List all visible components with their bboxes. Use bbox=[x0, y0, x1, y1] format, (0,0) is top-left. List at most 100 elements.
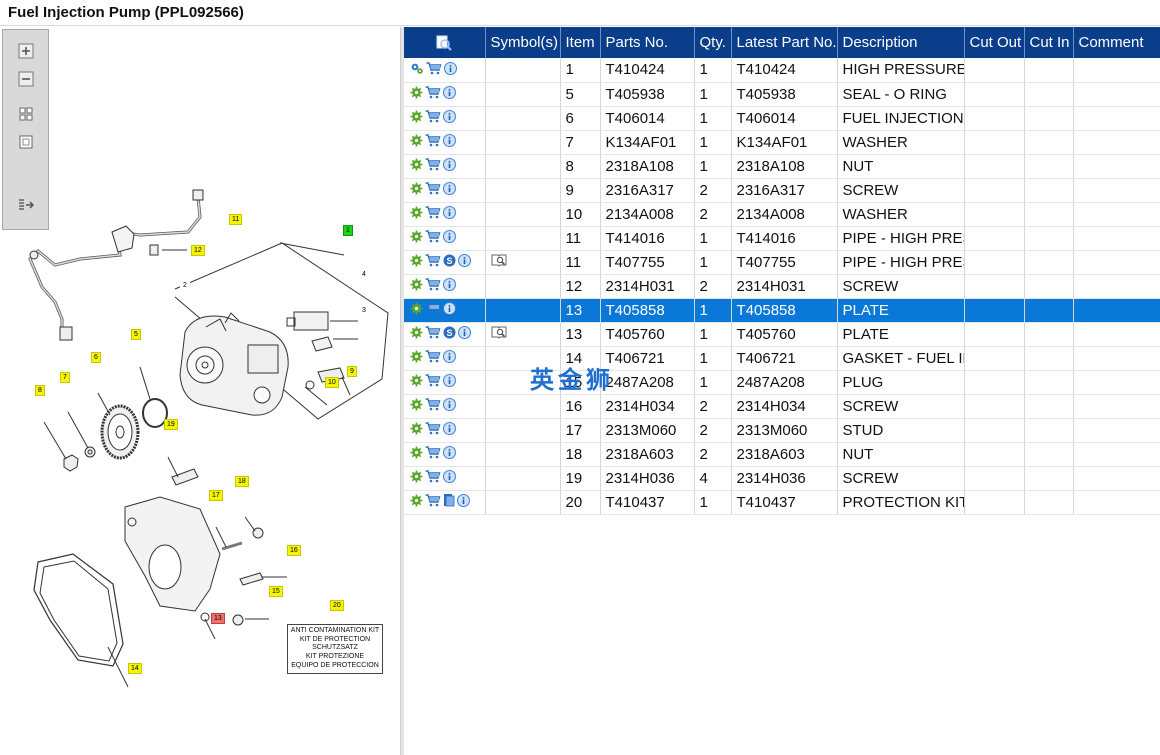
column-header-parts-no[interactable]: Parts No. bbox=[600, 27, 695, 58]
column-header-comment[interactable]: Comment bbox=[1073, 27, 1160, 58]
callout-15[interactable]: 15 bbox=[269, 586, 283, 597]
book-icon[interactable] bbox=[491, 253, 507, 271]
info-icon[interactable] bbox=[443, 133, 456, 151]
gear-icon[interactable] bbox=[410, 398, 423, 415]
info-icon[interactable] bbox=[443, 445, 456, 463]
table-row[interactable]: 9 2316A317 2 2316A317 SCREW bbox=[404, 178, 1160, 203]
gear-icon[interactable] bbox=[410, 86, 423, 103]
table-row[interactable]: 10 2134A008 2 2134A008 WASHER bbox=[404, 202, 1160, 227]
info-icon[interactable] bbox=[443, 109, 456, 127]
callout-14[interactable]: 14 bbox=[128, 663, 142, 674]
cart-icon[interactable] bbox=[425, 182, 441, 199]
table-row[interactable]: 12 2314H031 2 2314H031 SCREW bbox=[404, 274, 1160, 299]
callout-7[interactable]: 7 bbox=[60, 372, 70, 383]
info-icon[interactable] bbox=[443, 85, 456, 103]
info-icon[interactable] bbox=[443, 205, 456, 223]
cart-icon[interactable] bbox=[425, 302, 441, 319]
info-icon[interactable] bbox=[458, 325, 471, 343]
gear-icon[interactable] bbox=[410, 302, 423, 319]
info-icon[interactable] bbox=[443, 181, 456, 199]
callout-13[interactable]: 13 bbox=[211, 613, 225, 624]
info-icon[interactable] bbox=[443, 421, 456, 439]
gear-icon[interactable] bbox=[410, 470, 423, 487]
info-icon[interactable] bbox=[443, 301, 456, 319]
cart-icon[interactable] bbox=[425, 326, 441, 343]
info-icon[interactable] bbox=[443, 373, 456, 391]
cart-icon[interactable] bbox=[425, 134, 441, 151]
cart-icon[interactable] bbox=[425, 230, 441, 247]
column-header-cut-out[interactable]: Cut Out bbox=[964, 27, 1025, 58]
book-icon[interactable] bbox=[491, 325, 507, 343]
column-header-preview[interactable] bbox=[404, 27, 486, 58]
gear-icon[interactable] bbox=[410, 134, 423, 151]
cart-icon[interactable] bbox=[425, 493, 441, 511]
callout-18[interactable]: 18 bbox=[235, 476, 249, 487]
document-icon[interactable] bbox=[443, 493, 455, 511]
cart-icon[interactable] bbox=[425, 254, 441, 271]
info-icon[interactable] bbox=[443, 277, 456, 295]
info-icon[interactable] bbox=[443, 397, 456, 415]
cart-icon[interactable] bbox=[425, 86, 441, 103]
gears-icon[interactable] bbox=[410, 62, 424, 79]
info-icon[interactable] bbox=[443, 229, 456, 247]
cart-icon[interactable] bbox=[425, 278, 441, 295]
table-row[interactable]: 18 2318A603 2 2318A603 NUT bbox=[404, 442, 1160, 467]
cart-icon[interactable] bbox=[425, 158, 441, 175]
gear-icon[interactable] bbox=[410, 158, 423, 175]
cart-icon[interactable] bbox=[425, 374, 441, 391]
callout-5[interactable]: 5 bbox=[131, 329, 141, 340]
gear-icon[interactable] bbox=[410, 350, 423, 367]
callout-8[interactable]: 8 bbox=[35, 385, 45, 396]
gear-icon[interactable] bbox=[410, 446, 423, 463]
callout-12[interactable]: 12 bbox=[191, 245, 205, 256]
gear-icon[interactable] bbox=[410, 110, 423, 127]
table-row[interactable]: 19 2314H036 4 2314H036 SCREW bbox=[404, 466, 1160, 491]
column-header-item[interactable]: Item bbox=[560, 27, 601, 58]
table-row[interactable]: 8 2318A108 1 2318A108 NUT bbox=[404, 154, 1160, 179]
cart-icon[interactable] bbox=[425, 350, 441, 367]
table-row[interactable]: 16 2314H034 2 2314H034 SCREW bbox=[404, 394, 1160, 419]
table-row[interactable]: 13 T405858 1 T405858 PLATE bbox=[404, 298, 1160, 323]
gear-icon[interactable] bbox=[410, 182, 423, 199]
info-icon[interactable] bbox=[443, 157, 456, 175]
column-header-latest-part-no[interactable]: Latest Part No. bbox=[731, 27, 838, 58]
cart-icon[interactable] bbox=[426, 61, 442, 79]
cart-icon[interactable] bbox=[425, 470, 441, 487]
cart-icon[interactable] bbox=[425, 398, 441, 415]
table-row[interactable]: 20 T410437 1 T410437 PROTECTION KIT bbox=[404, 490, 1160, 515]
callout-20[interactable]: 20 bbox=[330, 600, 344, 611]
callout-16[interactable]: 16 bbox=[287, 545, 301, 556]
table-row[interactable]: 5 T405938 1 T405938 SEAL - O RING bbox=[404, 82, 1160, 107]
callout-17[interactable]: 17 bbox=[209, 490, 223, 501]
gear-icon[interactable] bbox=[410, 374, 423, 391]
gear-icon[interactable] bbox=[410, 278, 423, 295]
callout-6[interactable]: 6 bbox=[91, 352, 101, 363]
gear-icon[interactable] bbox=[410, 422, 423, 439]
s-badge-icon[interactable]: S bbox=[443, 326, 456, 343]
info-icon[interactable] bbox=[444, 61, 457, 79]
cart-icon[interactable] bbox=[425, 422, 441, 439]
callout-9[interactable]: 9 bbox=[347, 366, 357, 377]
diagram-pane[interactable]: 1 2 3 4 5 6 7 8 9 10 11 12 13 14 15 16 1… bbox=[0, 27, 400, 755]
s-badge-icon[interactable]: S bbox=[443, 254, 456, 271]
info-icon[interactable] bbox=[457, 493, 470, 511]
cart-icon[interactable] bbox=[425, 446, 441, 463]
table-row[interactable]: 14T4067211T406721GASKET - FUEL INJECTION… bbox=[404, 346, 1160, 371]
column-header-description[interactable]: Description bbox=[837, 27, 965, 58]
callout-11[interactable]: 11 bbox=[229, 214, 243, 225]
callout-1[interactable]: 1 bbox=[343, 225, 353, 236]
table-row[interactable]: 15 2487A208 1 2487A208 PLUG bbox=[404, 370, 1160, 395]
callout-3[interactable]: 3 bbox=[359, 305, 369, 316]
table-row[interactable]: S11T4077551T407755PIPE - HIGH PRESSURE bbox=[404, 250, 1160, 275]
info-icon[interactable] bbox=[443, 349, 456, 367]
table-row[interactable]: 11T4140161T414016PIPE - HIGH PRESSURE bbox=[404, 226, 1160, 251]
callout-2[interactable]: 2 bbox=[180, 280, 190, 291]
table-row[interactable]: S 13 T405760 1 T405760 PLATE bbox=[404, 322, 1160, 347]
column-header-symbols[interactable]: Symbol(s) bbox=[485, 27, 561, 58]
gear-icon[interactable] bbox=[410, 206, 423, 223]
callout-10[interactable]: 10 bbox=[325, 377, 339, 388]
cart-icon[interactable] bbox=[425, 206, 441, 223]
table-row[interactable]: 1T4104241T410424HIGH PRESSURE FUEL PUMP bbox=[404, 58, 1160, 83]
column-header-qty[interactable]: Qty. bbox=[694, 27, 732, 58]
cart-icon[interactable] bbox=[425, 110, 441, 127]
